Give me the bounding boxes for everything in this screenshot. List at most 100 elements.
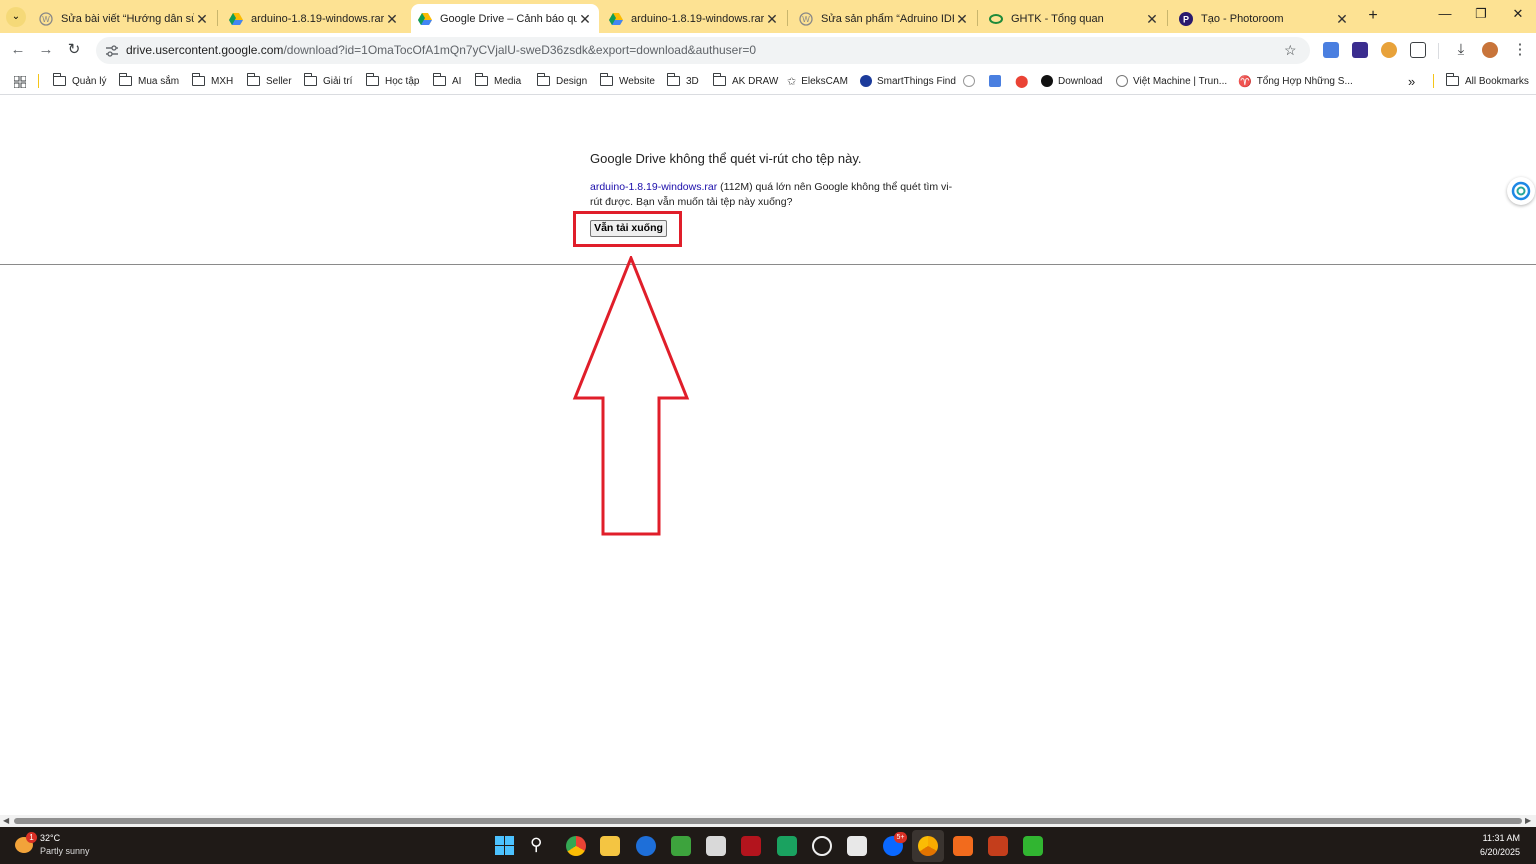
url-text: drive.usercontent.google.com/download?id… [126,43,757,57]
menu-kebab-icon[interactable]: ⋮ [1510,40,1530,60]
tab-search-button[interactable]: ⌄ [6,7,26,27]
bookmark-folder[interactable]: Mua sắm [118,73,179,89]
back-arrow-icon[interactable]: ← [8,40,28,60]
bookmark-viet-machine[interactable]: Việt Machine | Trun... [1116,73,1227,89]
close-window-button[interactable]: ✕ [1500,6,1536,26]
app-icon[interactable] [1023,836,1043,856]
bookmark-folder[interactable]: MXH [191,73,233,89]
weather-badge: 1 [26,832,37,843]
bookmark-folder[interactable]: Giải trí [303,73,352,89]
tab-4[interactable]: arduino-1.8.19-windows.rar - G ✕ [602,4,786,33]
bookmark-folder[interactable]: AK DRAW [712,73,778,89]
close-icon[interactable]: ✕ [954,11,970,27]
bookmark-maps[interactable]: ⬤ [1015,73,1033,89]
close-icon[interactable]: ✕ [1144,11,1160,27]
download-icon[interactable]: ⤓ [1451,40,1471,60]
tab-title: arduino-1.8.19-windows.rar - G [251,12,384,25]
app-icon[interactable] [671,836,691,856]
tab-6[interactable]: GHTK - Tổng quan ✕ [982,4,1166,33]
bookmark-star-icon[interactable]: ☆ [1284,42,1297,59]
scroll-right-icon[interactable]: ▶ [1525,816,1531,825]
folder-icon [599,73,613,86]
all-bookmarks-button[interactable]: All Bookmarks [1445,73,1529,89]
scroll-left-icon[interactable]: ◀ [3,816,9,825]
tab-7[interactable]: P Tạo - Photoroom ✕ [1172,4,1356,33]
bookmark-folder[interactable]: Media [474,73,521,89]
warning-message: arduino-1.8.19-windows.rar (112M) quá lớ… [590,180,960,210]
bookmark-folder[interactable]: Quản lý [52,73,106,89]
chrome-icon[interactable] [566,836,586,856]
tab-5[interactable]: W Sửa sản phẩm “Adruino IDE 1.8 ✕ [792,4,976,33]
windows-start-icon[interactable] [495,836,514,855]
google-translate-icon [989,75,1001,87]
folder-icon [303,73,317,86]
puzzle-extensions-icon[interactable] [1410,42,1426,58]
powerpoint-icon[interactable] [988,836,1008,856]
taskbar: 1 32°C Partly sunny ⚲ 5+ 11:31 AM 6/20/2… [0,827,1536,864]
minimize-button[interactable]: — [1427,6,1463,26]
svg-text:W: W [42,15,50,24]
restore-button[interactable]: ❐ [1463,6,1499,26]
app-icon[interactable] [741,836,761,856]
sheets-icon[interactable] [777,836,797,856]
bookmark-download[interactable]: Download [1041,73,1102,89]
folder-icon [536,73,550,86]
wordpress-icon: W [798,11,814,27]
extension-icon[interactable] [1381,42,1397,58]
new-tab-button[interactable]: + [1364,7,1382,25]
close-icon[interactable]: ✕ [384,11,400,27]
wordpress-icon: W [38,11,54,27]
tab-2[interactable]: arduino-1.8.19-windows.rar - G ✕ [222,4,406,33]
forward-arrow-icon[interactable]: → [36,40,56,60]
google-translate-icon[interactable] [1323,42,1339,58]
bookmark-smartthings[interactable]: SmartThings Find [860,73,956,89]
folder-icon [1445,73,1459,86]
bookmark-folder[interactable]: 3D [666,73,699,89]
app-icon[interactable] [636,836,656,856]
weather-description[interactable]: Partly sunny [40,846,90,856]
bookmark-folder[interactable]: Seller [246,73,292,89]
address-bar[interactable]: drive.usercontent.google.com/download?id… [96,37,1310,64]
file-link[interactable]: arduino-1.8.19-windows.rar [590,181,717,193]
search-icon[interactable]: ⚲ [530,835,542,855]
app-icon[interactable] [706,836,726,856]
bookmarks-overflow-button[interactable]: » [1408,73,1415,89]
tab-1[interactable]: W Sửa bài viết “Hướng dẫn sử dụn ✕ [32,4,216,33]
copilot-icon[interactable] [1507,177,1535,205]
google-drive-icon [228,11,244,27]
bookmark-folder[interactable]: Học tập [365,73,419,89]
bookmark-translate[interactable] [989,73,1006,89]
app-icon[interactable] [847,836,867,856]
bookmark-elekscam[interactable]: ✩ EleksCAM [787,73,848,89]
clock-time[interactable]: 11:31 AM [1470,833,1520,843]
app-icon[interactable] [953,836,973,856]
extension-icon[interactable] [1352,42,1368,58]
avatar[interactable] [1482,42,1498,58]
bookmark-folder[interactable]: Design [536,73,587,89]
bookmark-folder[interactable]: AI [432,73,461,89]
close-icon[interactable]: ✕ [577,11,593,27]
close-icon[interactable]: ✕ [194,11,210,27]
clock-date[interactable]: 6/20/2025 [1460,847,1520,857]
close-icon[interactable]: ✕ [1334,11,1350,27]
horizontal-scrollbar[interactable]: ◀ ▶ [0,815,1536,827]
folder-icon [118,73,132,86]
bookmark-tong-hop[interactable]: ♈ Tổng Hợp Những S... [1238,73,1353,89]
chrome-canary-icon[interactable] [918,836,938,856]
reload-icon[interactable]: ↻ [64,40,84,60]
close-icon[interactable]: ✕ [764,11,780,27]
page-content: Google Drive không thể quét vi-rút cho t… [0,96,1536,816]
apps-grid-icon[interactable] [13,75,27,89]
site-info-icon[interactable] [105,44,119,57]
tab-3-active[interactable]: Google Drive – Cảnh báo quét ✕ [411,4,599,33]
file-explorer-icon[interactable] [600,836,620,856]
wordpress-icon [963,75,975,87]
download-site-icon [1041,75,1053,87]
folder-icon [432,73,446,86]
page-title: Google Drive không thể quét vi-rút cho t… [590,151,862,166]
bookmark-wordpress[interactable] [963,73,980,89]
weather-temperature[interactable]: 32°C [40,833,60,843]
chatgpt-icon[interactable] [812,836,832,856]
scrollbar-thumb[interactable] [14,818,1522,824]
bookmark-folder[interactable]: Website [599,73,655,89]
